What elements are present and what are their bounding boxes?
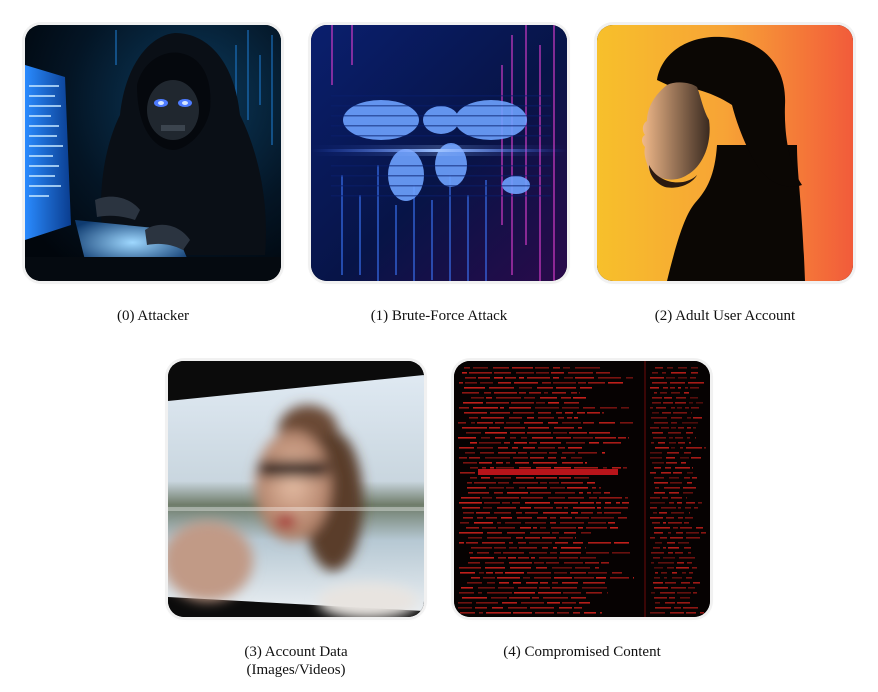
panel-brute-force-attack: (1) Brute-Force Attack xyxy=(311,25,567,324)
panel-adult-user-account: (2) Adult User Account xyxy=(597,25,853,324)
world-map-matrix-illustration xyxy=(311,25,567,281)
user-account-image xyxy=(597,25,853,281)
attacker-image xyxy=(25,25,281,281)
hooded-hacker-illustration xyxy=(25,25,281,281)
panel-compromised-content: (4) Compromised Content xyxy=(454,361,710,660)
caption-attacker: (0) Attacker xyxy=(116,308,190,324)
blurred-photo-illustration xyxy=(168,361,424,617)
red-code-terminal-illustration xyxy=(454,361,710,617)
caption-adult-user-account: (2) Adult User Account xyxy=(654,308,796,324)
caption-brute-force-attack: (1) Brute-Force Attack xyxy=(370,308,508,324)
caption-compromised-content: (4) Compromised Content xyxy=(503,644,661,660)
caption-account-data: (3) Account Data (Images/Videos) xyxy=(244,644,348,678)
panel-account-data: (3) Account Data (Images/Videos) xyxy=(168,361,424,678)
brute-force-image xyxy=(311,25,567,281)
account-data-image xyxy=(168,361,424,617)
profile-silhouette-illustration xyxy=(597,25,853,281)
compromised-content-image xyxy=(454,361,710,617)
panel-attacker: (0) Attacker xyxy=(25,25,281,324)
